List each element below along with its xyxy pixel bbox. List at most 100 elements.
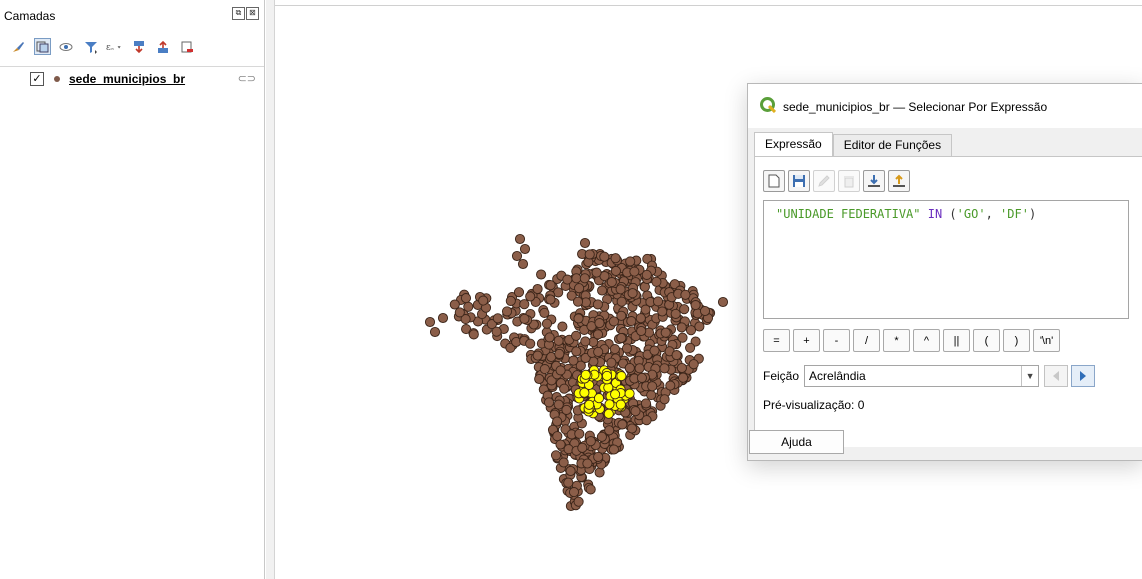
map-point	[572, 296, 584, 307]
op-newline-button[interactable]: '\n'	[1033, 329, 1060, 352]
add-group-icon[interactable]	[34, 38, 51, 55]
map-point	[545, 280, 556, 291]
layer-name: sede_municipios_br	[69, 72, 186, 86]
map-point	[676, 362, 687, 374]
map-point	[584, 399, 595, 410]
map-point	[603, 408, 614, 419]
dialog-titlebar[interactable]: sede_municipios_br — Selecionar Por Expr…	[748, 84, 1142, 128]
close-panel-button[interactable]: ⊠	[246, 7, 259, 20]
collapse-all-icon[interactable]	[154, 38, 171, 55]
map-point	[584, 249, 595, 260]
map-point	[634, 363, 645, 374]
map-point	[610, 265, 621, 277]
float-panel-button[interactable]: ⧉	[232, 7, 245, 20]
map-point	[606, 357, 617, 368]
map-point	[717, 296, 729, 308]
map-point	[525, 338, 536, 349]
map-point	[539, 364, 550, 375]
map-point	[573, 496, 584, 507]
op-plus-button[interactable]: +	[793, 329, 820, 352]
map-point	[514, 233, 526, 245]
map-point	[624, 362, 635, 374]
map-point	[519, 299, 530, 310]
map-point	[554, 348, 565, 359]
map-point	[511, 250, 523, 262]
op-multiply-button[interactable]: *	[883, 329, 910, 352]
map-point	[562, 274, 573, 285]
visibility-icon[interactable]	[58, 38, 75, 55]
edit-icon[interactable]	[813, 170, 835, 192]
map-point	[688, 359, 699, 370]
delete-icon[interactable]	[838, 170, 860, 192]
help-button[interactable]: Ajuda	[749, 430, 844, 454]
expr-field: "UNIDADE FEDERATIVA"	[776, 207, 921, 221]
map-point	[659, 363, 670, 374]
map-point	[610, 253, 621, 264]
map-point	[596, 431, 607, 442]
map-point	[615, 284, 626, 295]
expression-editor[interactable]: "UNIDADE FEDERATIVA" IN ('GO', 'DF')	[763, 200, 1129, 319]
remove-layer-icon[interactable]	[178, 38, 195, 55]
map-point	[579, 387, 590, 398]
op-divide-button[interactable]: /	[853, 329, 880, 352]
map-point	[574, 428, 585, 439]
new-file-icon[interactable]	[763, 170, 785, 192]
map-point	[626, 316, 637, 327]
map-point	[641, 269, 652, 280]
map-point	[552, 416, 563, 427]
map-point	[617, 419, 628, 430]
map-point	[593, 346, 604, 357]
map-point	[553, 335, 564, 346]
style-manager-icon[interactable]	[10, 38, 27, 55]
import-icon[interactable]	[863, 170, 885, 192]
expression-toolbar	[763, 170, 910, 192]
expr-keyword: IN	[927, 207, 943, 221]
map-point	[478, 295, 489, 306]
map-point	[593, 393, 605, 404]
layer-indicator-icon[interactable]: ⊂⊃	[238, 72, 256, 85]
map-point	[604, 425, 615, 436]
export-icon[interactable]	[888, 170, 910, 192]
op-concat-button[interactable]: ||	[943, 329, 970, 352]
map-point	[640, 304, 651, 315]
panel-header-buttons: ⧉ ⊠	[232, 7, 259, 20]
map-point	[594, 318, 605, 329]
op-minus-button[interactable]: -	[823, 329, 850, 352]
map-point	[636, 325, 647, 337]
expr-open-paren: (	[949, 207, 957, 221]
filter-expression-icon[interactable]: εⁿ	[106, 38, 123, 55]
tab-editor-funcoes[interactable]: Editor de Funções	[832, 134, 953, 156]
map-point	[565, 465, 576, 477]
save-icon[interactable]	[788, 170, 810, 192]
map-point	[585, 484, 596, 495]
chevron-down-icon[interactable]: ▼	[1021, 366, 1038, 386]
map-point	[517, 258, 529, 270]
feature-select[interactable]: Acrelândia ▼	[804, 365, 1040, 387]
map-point	[541, 318, 553, 329]
expand-all-icon[interactable]	[130, 38, 147, 55]
layer-item-sede-municipios-br[interactable]: ✓ sede_municipios_br ⊂⊃	[30, 69, 262, 89]
next-feature-button[interactable]	[1071, 365, 1096, 387]
map-point	[460, 293, 472, 304]
op-close-paren-button[interactable]: )	[1003, 329, 1030, 352]
map-point	[659, 394, 670, 405]
map-point	[532, 350, 543, 361]
op-power-button[interactable]: ^	[913, 329, 940, 352]
op-equals-button[interactable]: =	[763, 329, 790, 352]
map-point	[599, 251, 610, 262]
map-point	[608, 316, 619, 327]
panel-splitter[interactable]	[266, 0, 275, 579]
map-point	[454, 307, 465, 318]
map-point	[616, 296, 627, 307]
map-point	[604, 399, 615, 410]
expression-text: "UNIDADE FEDERATIVA" IN ('GO', 'DF')	[776, 207, 1036, 221]
layer-visibility-checkbox[interactable]: ✓	[30, 72, 44, 86]
map-point	[534, 373, 545, 385]
filter-legend-icon[interactable]	[82, 38, 99, 55]
previous-feature-button[interactable]	[1044, 365, 1069, 387]
op-open-paren-button[interactable]: (	[973, 329, 1000, 352]
map-point	[594, 467, 605, 478]
preview-label: Pré-visualização:	[763, 398, 855, 412]
map-point	[558, 457, 569, 468]
tab-expressao[interactable]: Expressão	[754, 132, 833, 156]
